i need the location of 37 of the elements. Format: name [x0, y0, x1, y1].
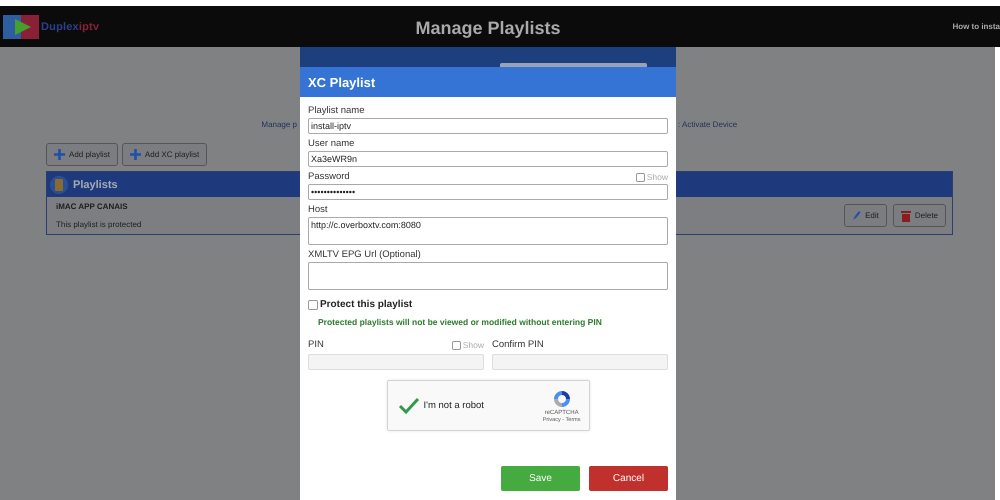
- captcha-label: I'm not a robot: [424, 400, 485, 411]
- edit-button[interactable]: Edit: [844, 204, 887, 227]
- delete-button[interactable]: Delete: [892, 204, 946, 227]
- nav-link[interactable]: Manage p: [0, 120, 297, 132]
- panel-title: Playlists: [73, 178, 118, 190]
- hint-text: Protected playlists will not be viewed or modified without entering PIN: [318, 317, 603, 327]
- page-title: Manage Playlists: [414, 18, 562, 39]
- pencil-icon: [852, 210, 862, 221]
- playlist-icon: [50, 176, 68, 194]
- add-button[interactable]: Add playlist: [46, 143, 118, 166]
- nav-link[interactable]: : Activate Device: [678, 120, 738, 132]
- field-label: Confirm PIN: [492, 339, 544, 350]
- field-label: Password: [308, 171, 350, 182]
- text-area[interactable]: [308, 262, 668, 290]
- field-label: Host: [308, 204, 328, 215]
- plus-icon: [130, 149, 141, 160]
- text-area[interactable]: http://c.overboxtv.com:8080: [308, 217, 668, 245]
- input-field[interactable]: Xa3eWR9n: [308, 151, 668, 167]
- trash-icon: [900, 210, 911, 222]
- add-button[interactable]: Add XC playlist: [122, 143, 208, 166]
- nav-link[interactable]: How to insta: [952, 22, 1000, 31]
- logo-icon: [3, 14, 39, 38]
- modal-title: XC Playlist: [308, 74, 376, 90]
- playlist-note: This playlist is protected: [56, 220, 142, 229]
- field-label: User name: [308, 138, 354, 149]
- plus-icon: [54, 149, 65, 160]
- cancel-button[interactable]: Cancel: [589, 466, 668, 491]
- field-label: Playlist name: [308, 105, 364, 116]
- save-button[interactable]: Save: [501, 466, 580, 491]
- playlist-name: iMAC APP CANAIS: [56, 202, 128, 211]
- input-field[interactable]: ••••••••••••••: [308, 184, 668, 200]
- field-label: PIN: [308, 339, 324, 350]
- brand-name: Duplexiptv: [41, 20, 100, 32]
- checkbox[interactable]: [636, 172, 645, 182]
- protect-checkbox[interactable]: Protect this playlist: [308, 299, 668, 310]
- input-field[interactable]: install-iptv: [308, 118, 668, 134]
- field-label: XMLTV EPG Url (Optional): [308, 249, 421, 260]
